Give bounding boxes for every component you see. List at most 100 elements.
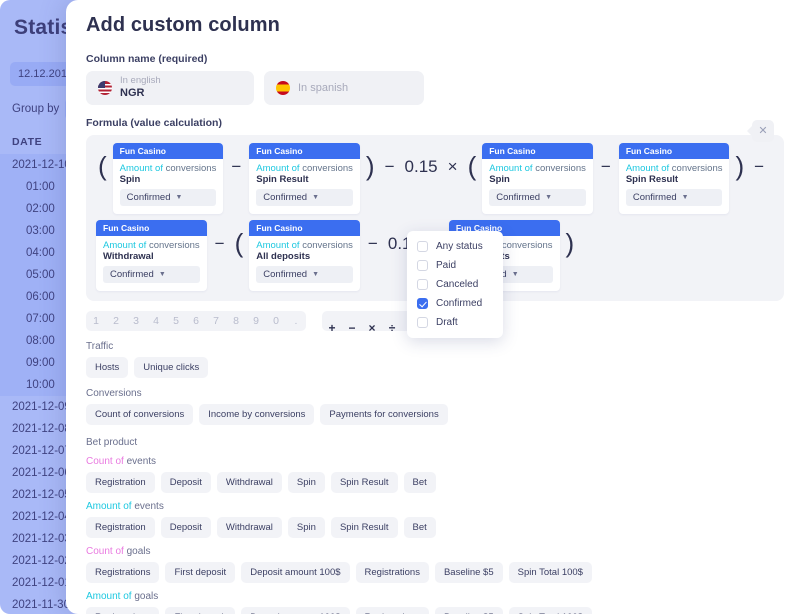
- bet-chip[interactable]: Registrations: [355, 607, 429, 614]
- status-dropdown-item[interactable]: Draft: [407, 313, 503, 332]
- formula-metric-card[interactable]: Fun Casino Amount of conversions Spin Resu…: [249, 143, 360, 214]
- formula-metric-card[interactable]: Fun CasinoAmount of conversionsAll depos…: [249, 220, 360, 291]
- date-label: 2021-12-07: [12, 445, 71, 457]
- formula-metric-card[interactable]: Fun Casino Amount of conversions Withdrawa…: [96, 220, 207, 291]
- metric-card-status-select[interactable]: Confirmed ▼: [489, 189, 586, 206]
- bet-chip[interactable]: Spin: [287, 472, 325, 493]
- metric-rest: conversions: [165, 163, 217, 174]
- close-button[interactable]: ✕: [747, 120, 774, 142]
- metric-card-status-select[interactable]: Confirmed ▼: [256, 189, 353, 206]
- keypad-key-0[interactable]: 0: [266, 311, 286, 331]
- bet-chip[interactable]: Registration: [86, 472, 155, 493]
- keypad-key-2[interactable]: 2: [106, 311, 126, 331]
- keypad-operator-key[interactable]: ×: [362, 311, 382, 331]
- status-label: Confirmed: [632, 192, 677, 203]
- metric-card-brand: Fun Casino: [112, 143, 224, 159]
- checkbox-icon[interactable]: [417, 260, 428, 271]
- keypad-key-7[interactable]: 7: [206, 311, 226, 331]
- chevron-down-icon: ▼: [511, 271, 519, 278]
- metric-rest: conversions: [501, 240, 553, 251]
- bet-chip[interactable]: First deposit: [165, 562, 236, 583]
- bet-chip[interactable]: Spin Total 100$: [508, 607, 592, 614]
- close-icon: ✕: [758, 124, 768, 137]
- metric-card-event: Spin Result: [256, 174, 309, 185]
- bet-group-chip-row: Registration Deposit Withdrawal Spin Spin Re…: [86, 472, 784, 493]
- bet-group-chip-row: RegistrationsFirst depositDeposit amount…: [86, 562, 784, 583]
- bet-group-chip-row: Registration Deposit Withdrawal Spin Spin Re…: [86, 517, 784, 538]
- spanish-placeholder: In spanish: [298, 82, 349, 94]
- bet-chip[interactable]: Registrations: [86, 562, 160, 583]
- checkbox-checked-icon[interactable]: [417, 298, 428, 309]
- checkbox-icon[interactable]: [417, 279, 428, 290]
- bet-chip[interactable]: Registrations: [86, 607, 160, 614]
- bet-chip[interactable]: Spin Result: [330, 517, 398, 538]
- es-flag-icon: [276, 81, 290, 95]
- keypad-key-9[interactable]: 9: [246, 311, 266, 331]
- keypad-key-1[interactable]: 1: [86, 311, 106, 331]
- bet-chip[interactable]: Deposit amount 100$: [241, 607, 350, 614]
- keypad-key-5[interactable]: 5: [166, 311, 186, 331]
- app-root: Statistics 12.12.2010 — 1 Group by Da DA…: [0, 0, 806, 614]
- metric-rest: conversions: [302, 240, 353, 251]
- formula-paren: (: [98, 151, 107, 181]
- metric-chip[interactable]: Hosts: [86, 357, 129, 378]
- bet-group-label: Amount of events: [86, 501, 784, 512]
- keypad-operator-key[interactable]: ÷: [382, 311, 402, 331]
- metric-chip[interactable]: Payments for conversions: [320, 404, 448, 425]
- status-dropdown-item[interactable]: Canceled: [407, 275, 503, 294]
- formula-metric-card[interactable]: Fun Casino Amount of conversions Spin Confi…: [112, 143, 224, 214]
- column-name-english-field[interactable]: In english NGR: [86, 71, 254, 105]
- metric-card-status-select[interactable]: Confirmed ▼: [103, 266, 200, 283]
- metric-card-status-select[interactable]: Confirmed ▼: [256, 266, 353, 283]
- metric-card-event: Withdrawal: [103, 251, 154, 262]
- date-label: 2021-12-02: [12, 555, 71, 567]
- bet-chip[interactable]: Bet: [403, 472, 436, 493]
- bet-chip[interactable]: Registrations: [355, 562, 429, 583]
- metric-chip[interactable]: Income by conversions: [199, 404, 315, 425]
- metric-card-status-select[interactable]: Confirmed ▼: [625, 189, 723, 206]
- bet-chip[interactable]: Deposit: [160, 517, 211, 538]
- date-label: 2021-12-04: [12, 511, 71, 523]
- keypad-key-4[interactable]: 4: [146, 311, 166, 331]
- keypad-key-6[interactable]: 6: [186, 311, 206, 331]
- section-label: Traffic: [86, 341, 114, 352]
- formula-metric-card[interactable]: Fun Casino Amount of conversions Spin Resu…: [618, 143, 730, 214]
- status-dropdown-item[interactable]: Confirmed: [407, 294, 503, 313]
- bet-chip[interactable]: Deposit amount 100$: [241, 562, 350, 583]
- bet-chip[interactable]: Deposit: [160, 472, 211, 493]
- bet-chip[interactable]: Baseline $5: [434, 562, 503, 583]
- status-label: Confirmed: [110, 269, 154, 280]
- metric-chip[interactable]: Count of conversions: [86, 404, 194, 425]
- metric-accent: Amount of: [119, 163, 166, 174]
- bet-chip[interactable]: Withdrawal: [216, 517, 282, 538]
- bet-chip[interactable]: Bet: [403, 517, 436, 538]
- bet-chip[interactable]: Spin Total 100$: [508, 562, 592, 583]
- keypad-operator-key[interactable]: +: [322, 311, 342, 331]
- bet-chip[interactable]: First deposit: [165, 607, 236, 614]
- formula-operator: −: [214, 234, 225, 253]
- keypad-operator-key[interactable]: −: [342, 311, 362, 331]
- keypad-key-3[interactable]: 3: [126, 311, 146, 331]
- bet-chip[interactable]: Registration: [86, 517, 155, 538]
- status-dropdown-item[interactable]: Paid: [407, 256, 503, 275]
- metric-accent: Amount of: [256, 240, 303, 251]
- bet-chip[interactable]: Spin: [287, 517, 325, 538]
- bet-product-label: Bet product: [86, 437, 138, 448]
- bet-chip[interactable]: Withdrawal: [216, 472, 282, 493]
- keypad-key-.[interactable]: .: [286, 311, 306, 331]
- keypad-key-8[interactable]: 8: [226, 311, 246, 331]
- metric-card-status-select[interactable]: Confirmed ▼: [119, 189, 217, 206]
- bet-group-accent: Amount of: [86, 591, 135, 602]
- checkbox-icon[interactable]: [417, 317, 428, 328]
- column-name-spanish-field[interactable]: In spanish: [264, 71, 424, 105]
- status-dropdown-menu[interactable]: Any status Paid Canceled Confirmed Draft: [407, 231, 503, 338]
- metric-chip[interactable]: Unique clicks: [134, 357, 209, 378]
- formula-metric-card[interactable]: Fun Casino Amount of conversions Spin Confi…: [482, 143, 593, 214]
- checkbox-icon[interactable]: [417, 241, 428, 252]
- bet-chip[interactable]: Baseline $5: [434, 607, 503, 614]
- bet-chip[interactable]: Spin Result: [330, 472, 398, 493]
- formula-operator: −: [367, 234, 378, 253]
- status-dropdown-item[interactable]: Any status: [407, 237, 503, 256]
- metric-card-brand: Fun Casino: [249, 143, 360, 159]
- metric-card-metric: Amount of conversions: [626, 163, 723, 174]
